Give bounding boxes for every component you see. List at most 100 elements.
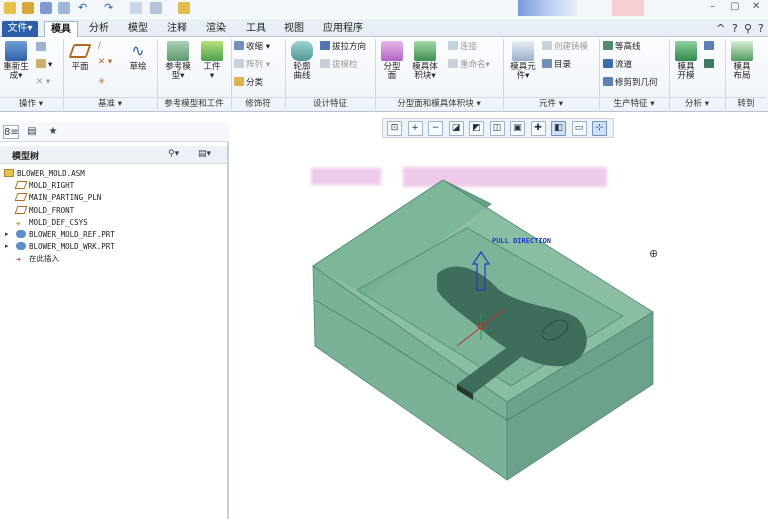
connect-button[interactable]: 连接 [448, 41, 477, 53]
info-icon[interactable]: ? [758, 22, 764, 35]
equal-line-button[interactable]: 等高线 [603, 41, 641, 53]
sketch-button[interactable]: ∿ 草绘 [124, 41, 152, 72]
group-datum[interactable]: 基准 ▾ [64, 97, 156, 110]
group-modifiers[interactable]: 修饰符 [232, 97, 284, 110]
delete-button[interactable]: ✕ ▾ [36, 77, 50, 89]
tree-settings-button[interactable]: ⚲▾ [168, 149, 179, 159]
csys-button[interactable]: ✳ [98, 77, 105, 89]
close-window-icon[interactable] [178, 2, 190, 14]
repaint-icon[interactable]: ◪ [448, 121, 464, 136]
open-icon[interactable] [22, 2, 34, 14]
group-analysis[interactable]: 分析 ▾ [670, 97, 724, 110]
pattern-button[interactable]: 阵列 ▾ [234, 59, 270, 71]
orient-icon[interactable]: ◩ [469, 121, 484, 136]
datum-display-icon[interactable]: ✚ [530, 121, 546, 136]
mold-model-view[interactable] [231, 140, 768, 519]
point-display-icon[interactable]: ⊹ [592, 121, 607, 136]
tab-tools[interactable]: 工具 [238, 21, 274, 37]
regen-icon[interactable] [130, 2, 142, 14]
close-button[interactable]: ✕ [752, 1, 760, 12]
tree-node[interactable]: ➜ 在此插入 [16, 253, 59, 265]
mold-component-button[interactable]: 模具元 件▾ [506, 41, 540, 81]
window-icon[interactable] [150, 2, 162, 14]
plane-button[interactable]: 平面 [66, 41, 94, 72]
classify-button[interactable]: 分类 [234, 77, 263, 89]
tab-model[interactable]: 模型 [120, 21, 156, 37]
analysis-small-button-2[interactable] [704, 59, 716, 71]
group-production-features[interactable]: 生产特征 ▾ [600, 97, 668, 110]
axis-button[interactable]: / [98, 41, 101, 53]
rename-button[interactable]: 重命名▾ [448, 59, 490, 71]
csys-icon: ✳ [98, 77, 106, 87]
new-icon[interactable] [4, 2, 16, 14]
trim-geometry-button[interactable]: 修剪到几何 [603, 77, 658, 89]
tab-applications[interactable]: 应用程序 [314, 21, 372, 37]
zoom-in-icon[interactable]: + [407, 121, 423, 136]
workpiece-button[interactable]: 工件 ▾ [198, 41, 226, 81]
search-icon[interactable]: ⚲ [744, 22, 752, 35]
zoom-fit-icon[interactable]: ⊡ [387, 121, 402, 136]
regenerate-button[interactable]: 重新生 成▾ [2, 41, 30, 81]
graphics-window[interactable]: PULL DIRECTION ⊕ [231, 140, 768, 519]
contour-curve-button[interactable]: 轮廓 曲线 [288, 41, 316, 81]
group-operations[interactable]: 操作 ▾ [0, 97, 62, 110]
plane-display-icon[interactable]: ◧ [551, 121, 566, 136]
catalog-button[interactable]: 目录 [542, 59, 571, 71]
analysis-small-button-1[interactable] [704, 41, 716, 53]
save-icon[interactable] [40, 2, 52, 14]
tree-filter-button[interactable]: ▤▾ [198, 149, 211, 159]
expand-toggle[interactable]: ▸ [5, 230, 9, 238]
tab-view[interactable]: 视图 [276, 21, 312, 37]
expand-toggle[interactable]: ▸ [5, 242, 9, 250]
print-icon[interactable] [58, 2, 70, 14]
group-components[interactable]: 元件 ▾ [504, 97, 598, 110]
draft-direction-label: 拔拉方向 [332, 42, 367, 52]
group-parting-volume[interactable]: 分型面和模具体积块 ▾ [376, 97, 502, 110]
saved-views-icon[interactable]: ◫ [489, 121, 505, 136]
undo-icon[interactable]: ↶ [78, 2, 90, 14]
runner-button[interactable]: 流道 [603, 59, 632, 71]
minimize-button[interactable]: – [710, 1, 715, 12]
group-design-features[interactable]: 设计特征 [286, 97, 374, 110]
tree-node[interactable]: MAIN_PARTING_PLN [14, 192, 101, 204]
shrink-label: 收缩 ▾ [246, 42, 270, 52]
ribbon-tabs: 文件▾ 模具 分析 模型 注释 渲染 工具 视图 应用程序 [0, 19, 768, 37]
mold-layout-button[interactable]: 模具 布局 [728, 41, 756, 81]
draft-check-button[interactable]: 拔模检 [320, 59, 358, 71]
tree-node[interactable]: BLOWER_MOLD.ASM [4, 168, 85, 180]
display-style-icon[interactable]: ▣ [510, 121, 525, 136]
tree-node[interactable]: BLOWER_MOLD_WRK.PRT [16, 241, 115, 253]
model-tree-tab[interactable]: 8≡ [3, 125, 19, 139]
help-icon[interactable]: ? [732, 22, 738, 35]
shrink-button[interactable]: 收缩 ▾ [234, 41, 270, 53]
tree-node[interactable]: ✳ MOLD_DEF_CSYS [16, 217, 88, 229]
tab-mold[interactable]: 模具 [44, 21, 78, 37]
maximize-button[interactable]: ▢ [730, 1, 739, 12]
mold-volume-button[interactable]: 模具体 积块▾ [408, 41, 442, 81]
group-ref-model[interactable]: 参考模型和工件 [158, 97, 230, 110]
create-cast-label: 创建铸模 [554, 42, 589, 52]
redo-icon[interactable]: ↷ [104, 2, 116, 14]
projection-icon [704, 59, 714, 68]
parting-surface-button[interactable]: 分型 面 [378, 41, 406, 81]
tree-node[interactable]: BLOWER_MOLD_REF.PRT [16, 229, 115, 241]
zoom-out-icon[interactable]: − [428, 121, 443, 136]
create-cast-button[interactable]: 创建铸模 [542, 41, 588, 53]
point-button[interactable]: ✕ ▾ [98, 57, 112, 69]
tree-node[interactable]: MOLD_FRONT [14, 205, 74, 217]
collapse-ribbon-icon[interactable]: ^ [716, 22, 725, 35]
tab-render[interactable]: 渲染 [198, 21, 234, 37]
paste-button[interactable]: ▾ [36, 59, 52, 71]
axis-display-icon[interactable]: ▭ [571, 121, 587, 136]
favorites-tab[interactable]: ★ [45, 125, 61, 139]
ref-model-button[interactable]: 参考模 型▾ [160, 41, 196, 81]
tab-file[interactable]: 文件▾ [2, 21, 38, 37]
draft-direction-button[interactable]: 拔拉方向 [320, 41, 366, 53]
copy-button[interactable] [36, 42, 48, 54]
tab-analysis[interactable]: 分析 [82, 21, 116, 37]
group-goto[interactable]: 转到 [726, 97, 766, 110]
tab-annotate[interactable]: 注释 [160, 21, 194, 37]
mold-open-button[interactable]: 模具 开模 [672, 41, 700, 81]
tree-node[interactable]: MOLD_RIGHT [14, 180, 74, 192]
folder-browser-tab[interactable]: ▤ [24, 125, 40, 139]
